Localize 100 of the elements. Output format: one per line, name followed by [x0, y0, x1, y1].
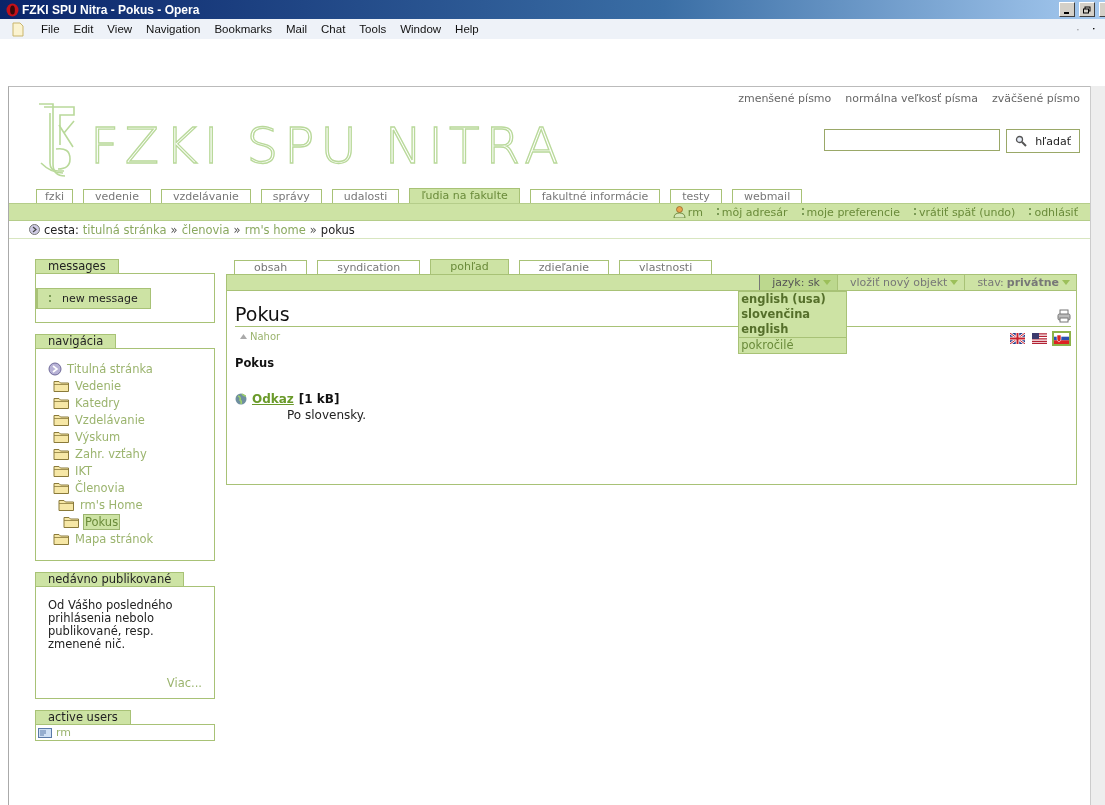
caret-icon: [950, 279, 959, 286]
user-menu-link[interactable]: môj adresár: [715, 205, 788, 219]
tree-item[interactable]: IKT: [73, 462, 95, 479]
bullet-icon: [715, 207, 720, 217]
content-tab[interactable]: pohľad: [430, 259, 509, 274]
search-field[interactable]: [824, 129, 1001, 151]
action-menu[interactable]: stav: privátne: [965, 275, 1076, 290]
user-menu-link[interactable]: vrátiť späť (undo): [912, 205, 1016, 219]
up-link[interactable]: Nahor: [235, 331, 281, 342]
up-arrow-icon: [240, 334, 247, 339]
print-icon[interactable]: [1057, 309, 1071, 323]
nav-tab[interactable]: ľudia na fakulte: [409, 188, 520, 203]
folder-icon: [53, 481, 70, 494]
nav-tab[interactable]: vedenie: [83, 189, 151, 203]
flag-icon: [1010, 333, 1025, 344]
folder-icon: [58, 498, 75, 511]
folder-icon: [53, 379, 70, 392]
menu-option[interactable]: english: [739, 322, 847, 337]
user-menu-link[interactable]: odhlásiť: [1028, 205, 1078, 219]
font-size-link[interactable]: zväčšené písmo: [991, 92, 1080, 105]
folder-icon: [53, 464, 70, 477]
folder-icon: [53, 413, 70, 426]
menu-item[interactable]: Bookmarks: [207, 23, 279, 35]
tree-item[interactable]: Vedenie: [73, 377, 123, 394]
tree-item[interactable]: Titulná stránka: [65, 360, 155, 377]
tree-item[interactable]: Pokus: [83, 513, 121, 530]
breadcrumb-separator: »: [170, 222, 178, 237]
breadcrumb-link[interactable]: členovia: [181, 222, 230, 237]
font-size-link[interactable]: zmenšené písmo: [738, 92, 832, 105]
content-tab[interactable]: syndication: [317, 260, 421, 274]
nav-tab[interactable]: udalosti: [331, 189, 400, 203]
globe-icon: [235, 393, 247, 405]
action-menu[interactable]: jazyk: sk: [760, 275, 837, 290]
maximize-icon[interactable]: [1079, 2, 1095, 17]
user-card-icon: [38, 727, 52, 738]
nav-tab[interactable]: vzdelávanie: [160, 189, 251, 203]
file-size: [1 kB]: [298, 392, 340, 406]
breadcrumb-label: cesta:: [44, 222, 79, 237]
tree-item[interactable]: Zahr. vzťahy: [73, 445, 149, 462]
content-tab[interactable]: vlastnosti: [619, 260, 713, 274]
nav-tab[interactable]: webmail: [731, 189, 803, 203]
menu-item[interactable]: Edit: [66, 23, 101, 35]
menu-item[interactable]: File: [34, 23, 67, 35]
portlet-title: nedávno publikované: [35, 572, 185, 586]
more-link[interactable]: Viac...: [166, 676, 202, 690]
breadcrumb-current: pokus: [320, 222, 355, 237]
location-icon: [29, 224, 40, 235]
document-heading: Pokus: [235, 356, 275, 370]
caret-icon: [1062, 279, 1070, 286]
language-flag[interactable]: [1030, 331, 1049, 346]
menu-item[interactable]: Tools: [352, 23, 394, 35]
portlet-title: active users: [35, 710, 131, 724]
folder-icon: [53, 532, 70, 545]
content-tab[interactable]: zdieľanie: [518, 260, 610, 274]
tree-item[interactable]: rm's Home: [78, 496, 145, 513]
nav-tab[interactable]: správy: [260, 189, 322, 203]
tree-item[interactable]: Vzdelávanie: [73, 411, 147, 428]
folder-icon: [53, 396, 70, 409]
content-tab[interactable]: obsah: [234, 260, 308, 274]
user-link[interactable]: rm: [672, 205, 703, 219]
tree-item[interactable]: Výskum: [73, 428, 123, 445]
font-size-link[interactable]: normálna veľkosť písma: [845, 92, 978, 105]
breadcrumb-link[interactable]: rm's home: [244, 222, 306, 237]
close-icon[interactable]: [1099, 2, 1105, 17]
language-flag[interactable]: [1052, 331, 1071, 346]
tree-item[interactable]: Členovia: [73, 479, 127, 496]
menu-item[interactable]: Window: [393, 23, 449, 35]
flag-icon: [1054, 333, 1069, 344]
flag-icon: [1032, 333, 1047, 344]
breadcrumb-link[interactable]: titulná stránka: [82, 222, 167, 237]
menu-item[interactable]: Navigation: [139, 23, 208, 35]
tree-item[interactable]: Katedry: [73, 394, 122, 411]
language-flag[interactable]: [1008, 331, 1027, 346]
menu-item[interactable]: Mail: [278, 23, 315, 35]
menu-option[interactable]: slovenčina: [739, 307, 847, 322]
window-title: FZKI SPU Nitra - Pokus - Opera: [22, 2, 200, 17]
menu-item[interactable]: Help: [448, 23, 486, 35]
breadcrumb-separator: »: [233, 222, 241, 237]
user-menu-link[interactable]: moje preferencie: [800, 205, 900, 219]
tree-item[interactable]: Mapa stránok: [73, 530, 156, 547]
document-icon: [12, 21, 24, 37]
search-button[interactable]: hľadať: [1006, 129, 1080, 153]
nav-tab[interactable]: fakultné informácie: [529, 189, 661, 203]
new-message-button[interactable]: new message: [36, 288, 151, 309]
menu-option[interactable]: english (usa): [739, 292, 847, 307]
user-icon: [672, 206, 686, 218]
folder-icon: [63, 515, 80, 528]
scrollbar[interactable]: [1090, 86, 1105, 805]
logo-text: FZKI SPU NITRA: [90, 121, 565, 171]
attachment-link[interactable]: Odkaz: [249, 392, 294, 406]
action-menu[interactable]: vložiť nový objekt: [838, 275, 965, 290]
menu-item[interactable]: View: [100, 23, 140, 35]
user-link[interactable]: rm: [56, 726, 72, 739]
attachment-description: Po slovensky.: [286, 408, 367, 422]
bullet-icon: [48, 293, 52, 304]
nav-tab[interactable]: fzki: [36, 189, 74, 203]
nav-tab[interactable]: testy: [670, 189, 722, 203]
menu-item[interactable]: Chat: [314, 23, 353, 35]
caret-icon: [823, 279, 831, 286]
bullet-icon: [912, 207, 917, 217]
